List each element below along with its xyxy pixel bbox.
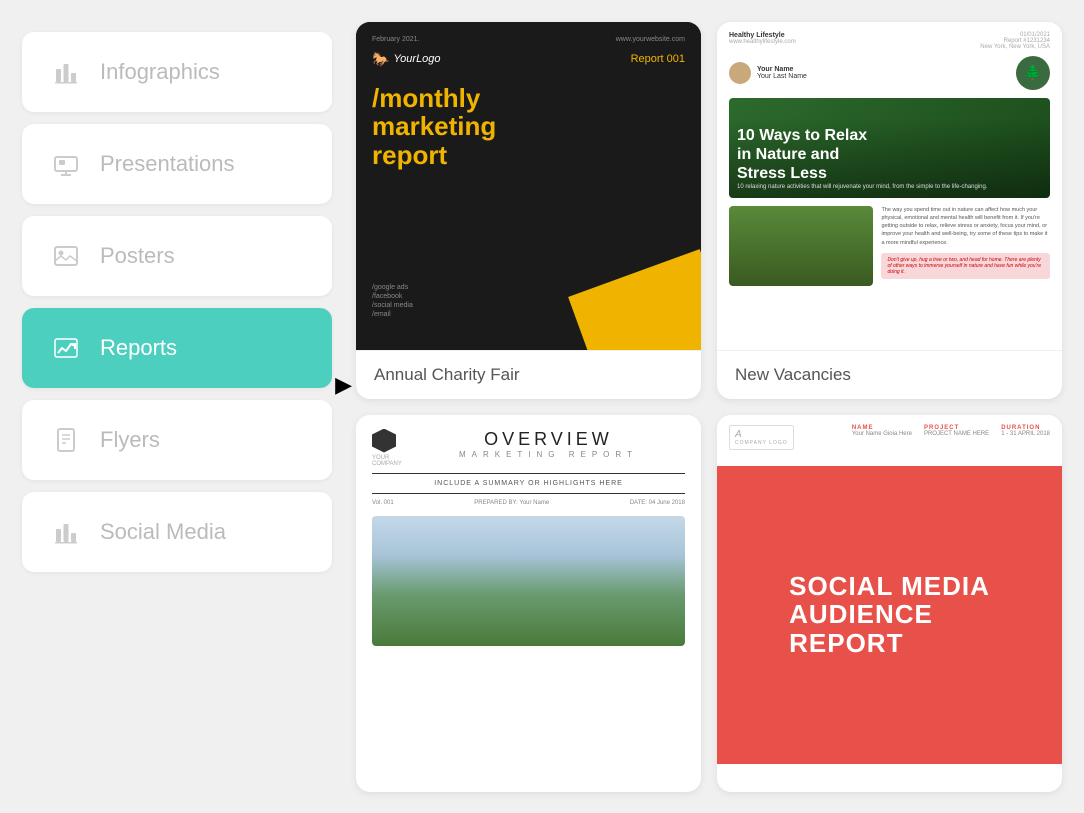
channel-facebook: /facebook: [372, 293, 413, 300]
social-meta-name: NAME Your Name Gioia Here: [852, 425, 912, 437]
card-marketing-channels: /google ads /facebook /social media /ema…: [372, 284, 413, 320]
sidebar-item-infographics[interactable]: Infographics: [22, 32, 332, 112]
overview-meta: Vol. 001 PREPARED BY: Your Name DATE: 04…: [372, 500, 685, 506]
body-text-block: The way you spend time out in nature can…: [881, 206, 1050, 286]
image-slide-icon: [50, 148, 82, 180]
vacancies-meta: 01/01/2021 Report #1231234 New York, New…: [980, 32, 1050, 50]
vacancies-profile: Your Name Your Last Name 🌲: [729, 56, 1050, 90]
sidebar-item-social-media-label: Social Media: [100, 519, 226, 545]
vacancies-header: Healthy Lifestyle www.healthylifestyle.c…: [729, 32, 1050, 50]
sidebar-item-posters[interactable]: Posters: [22, 216, 332, 296]
card-annual-charity-fair-preview: February 2021. www.yourwebsite.com 🐎 You…: [356, 22, 701, 350]
content-grid: February 2021. www.yourwebsite.com 🐎 You…: [356, 22, 1062, 792]
overview-title-block: OVERVIEW MARKETING REPORT: [412, 429, 685, 459]
social-logo: A Company Logo: [729, 425, 794, 450]
social-meta-project: PROJECT PROJECT NAME HERE: [924, 425, 989, 437]
logo-text: YourLogo: [393, 53, 440, 65]
card-overview-preview: YOURCOMPANY OVERVIEW MARKETING REPORT IN…: [356, 415, 701, 764]
card-overview-label: [356, 764, 701, 792]
body-text: The way you spend time out in nature can…: [881, 206, 1050, 247]
channel-google: /google ads: [372, 284, 413, 291]
sidebar-item-social-media[interactable]: Social Media: [22, 492, 332, 572]
overview-divider: [372, 473, 685, 474]
social-logo-letter: A: [735, 429, 788, 440]
vacancies-hero: 10 Ways to Relaxin Nature andStress Less…: [729, 98, 1050, 198]
overview-summary: INCLUDE A SUMMARY OR HIGHLIGHTS HERE: [372, 480, 685, 487]
social-header-row: A Company Logo NAME Your Name Gioia Here…: [729, 425, 1050, 450]
card-annual-charity-fair[interactable]: February 2021. www.yourwebsite.com 🐎 You…: [356, 22, 701, 399]
card-new-vacancies[interactable]: Healthy Lifestyle www.healthylifestyle.c…: [717, 22, 1062, 399]
profile-names: Your Name Your Last Name: [757, 66, 807, 80]
overview-forest-image: [372, 516, 685, 646]
card-social-label: [717, 764, 1062, 792]
image-icon: [50, 240, 82, 272]
overview-hex-icon: [372, 429, 396, 453]
card-marketing-header: February 2021. www.yourwebsite.com: [372, 36, 685, 43]
brand-name: Healthy Lifestyle: [729, 32, 796, 39]
sidebar-item-reports[interactable]: Reports ▶: [22, 308, 332, 388]
card-social-preview: A Company Logo NAME Your Name Gioia Here…: [717, 415, 1062, 764]
vacancies-brand: Healthy Lifestyle www.healthylifestyle.c…: [729, 32, 796, 50]
chart-bar-icon: [50, 56, 82, 88]
vacancies-location: New York, New York, USA: [980, 44, 1050, 50]
card-marketing-title: /monthlymarketingreport: [372, 84, 685, 170]
card-marketing-date: February 2021.: [372, 36, 419, 43]
social-meta: NAME Your Name Gioia Here PROJECT PROJEC…: [852, 425, 1050, 450]
sidebar: Infographics Presentations: [22, 22, 332, 792]
brand-website: www.healthylifestyle.com: [729, 39, 796, 45]
forest-image: [729, 206, 873, 286]
social-top-section: A Company Logo NAME Your Name Gioia Here…: [717, 415, 1062, 466]
document-icon: [50, 424, 82, 456]
report-num: Report 001: [631, 53, 685, 65]
social-meta-duration: DURATION 1 - 31 APRIL 2018: [1001, 425, 1050, 437]
overview-logo-block: YOURCOMPANY: [372, 429, 402, 467]
profile-name: Your Name: [757, 66, 807, 73]
chart-trend-icon: [50, 332, 82, 364]
overview-logo-text: YOURCOMPANY: [372, 455, 402, 467]
channel-email: /email: [372, 311, 413, 318]
sidebar-item-flyers-label: Flyers: [100, 427, 160, 453]
overview-prepared: PREPARED BY: Your Name: [474, 500, 549, 506]
yellow-shape: [568, 249, 701, 350]
logo-horse-icon: 🐎: [372, 51, 389, 68]
card-social-media-report[interactable]: A Company Logo NAME Your Name Gioia Here…: [717, 415, 1062, 792]
social-logo-sub: Company Logo: [735, 440, 788, 446]
card-marketing-website: www.yourwebsite.com: [616, 36, 685, 43]
card-overview-marketing[interactable]: YOURCOMPANY OVERVIEW MARKETING REPORT IN…: [356, 415, 701, 792]
sidebar-item-presentations[interactable]: Presentations: [22, 124, 332, 204]
overview-header: YOURCOMPANY OVERVIEW MARKETING REPORT: [372, 429, 685, 467]
social-report-title: SOCIAL MEDIAAUDIENCEREPORT: [789, 572, 990, 658]
social-pink-section: SOCIAL MEDIAAUDIENCEREPORT: [717, 466, 1062, 764]
card-marketing-logo: 🐎 YourLogo Report 001: [372, 51, 685, 68]
sidebar-item-presentations-label: Presentations: [100, 151, 235, 177]
card-annual-charity-fair-label: Annual Charity Fair: [356, 350, 701, 399]
overview-title: OVERVIEW: [412, 429, 685, 450]
hero-subtitle: 10 relaxing nature activities that will …: [737, 184, 1042, 190]
hero-overlay: 10 Ways to Relaxin Nature andStress Less…: [729, 118, 1050, 198]
channel-social: /social media: [372, 302, 413, 309]
overview-subtitle: MARKETING REPORT: [412, 450, 685, 459]
sidebar-item-posters-label: Posters: [100, 243, 175, 269]
main-container: Infographics Presentations: [22, 22, 1062, 792]
tree-icon: 🌲: [1024, 64, 1041, 81]
card-new-vacancies-preview: Healthy Lifestyle www.healthylifestyle.c…: [717, 22, 1062, 350]
green-circle: 🌲: [1016, 56, 1050, 90]
sidebar-item-flyers[interactable]: Flyers: [22, 400, 332, 480]
cursor-pointer: ▶: [335, 374, 352, 396]
card-new-vacancies-label: New Vacancies: [717, 350, 1062, 399]
pink-quote: Don't give up, hug a tree or two, and he…: [881, 253, 1050, 279]
chart-bar2-icon: [50, 516, 82, 548]
sidebar-item-infographics-label: Infographics: [100, 59, 220, 85]
overview-divider-2: [372, 493, 685, 494]
profile-avatar: [729, 62, 751, 84]
overview-vol: Vol. 001: [372, 500, 394, 506]
overview-date: DATE: 04 June 2018: [630, 500, 685, 506]
profile-sub: Your Last Name: [757, 73, 807, 80]
sidebar-item-reports-label: Reports: [100, 335, 177, 361]
hero-title: 10 Ways to Relaxin Nature andStress Less: [737, 126, 1042, 184]
